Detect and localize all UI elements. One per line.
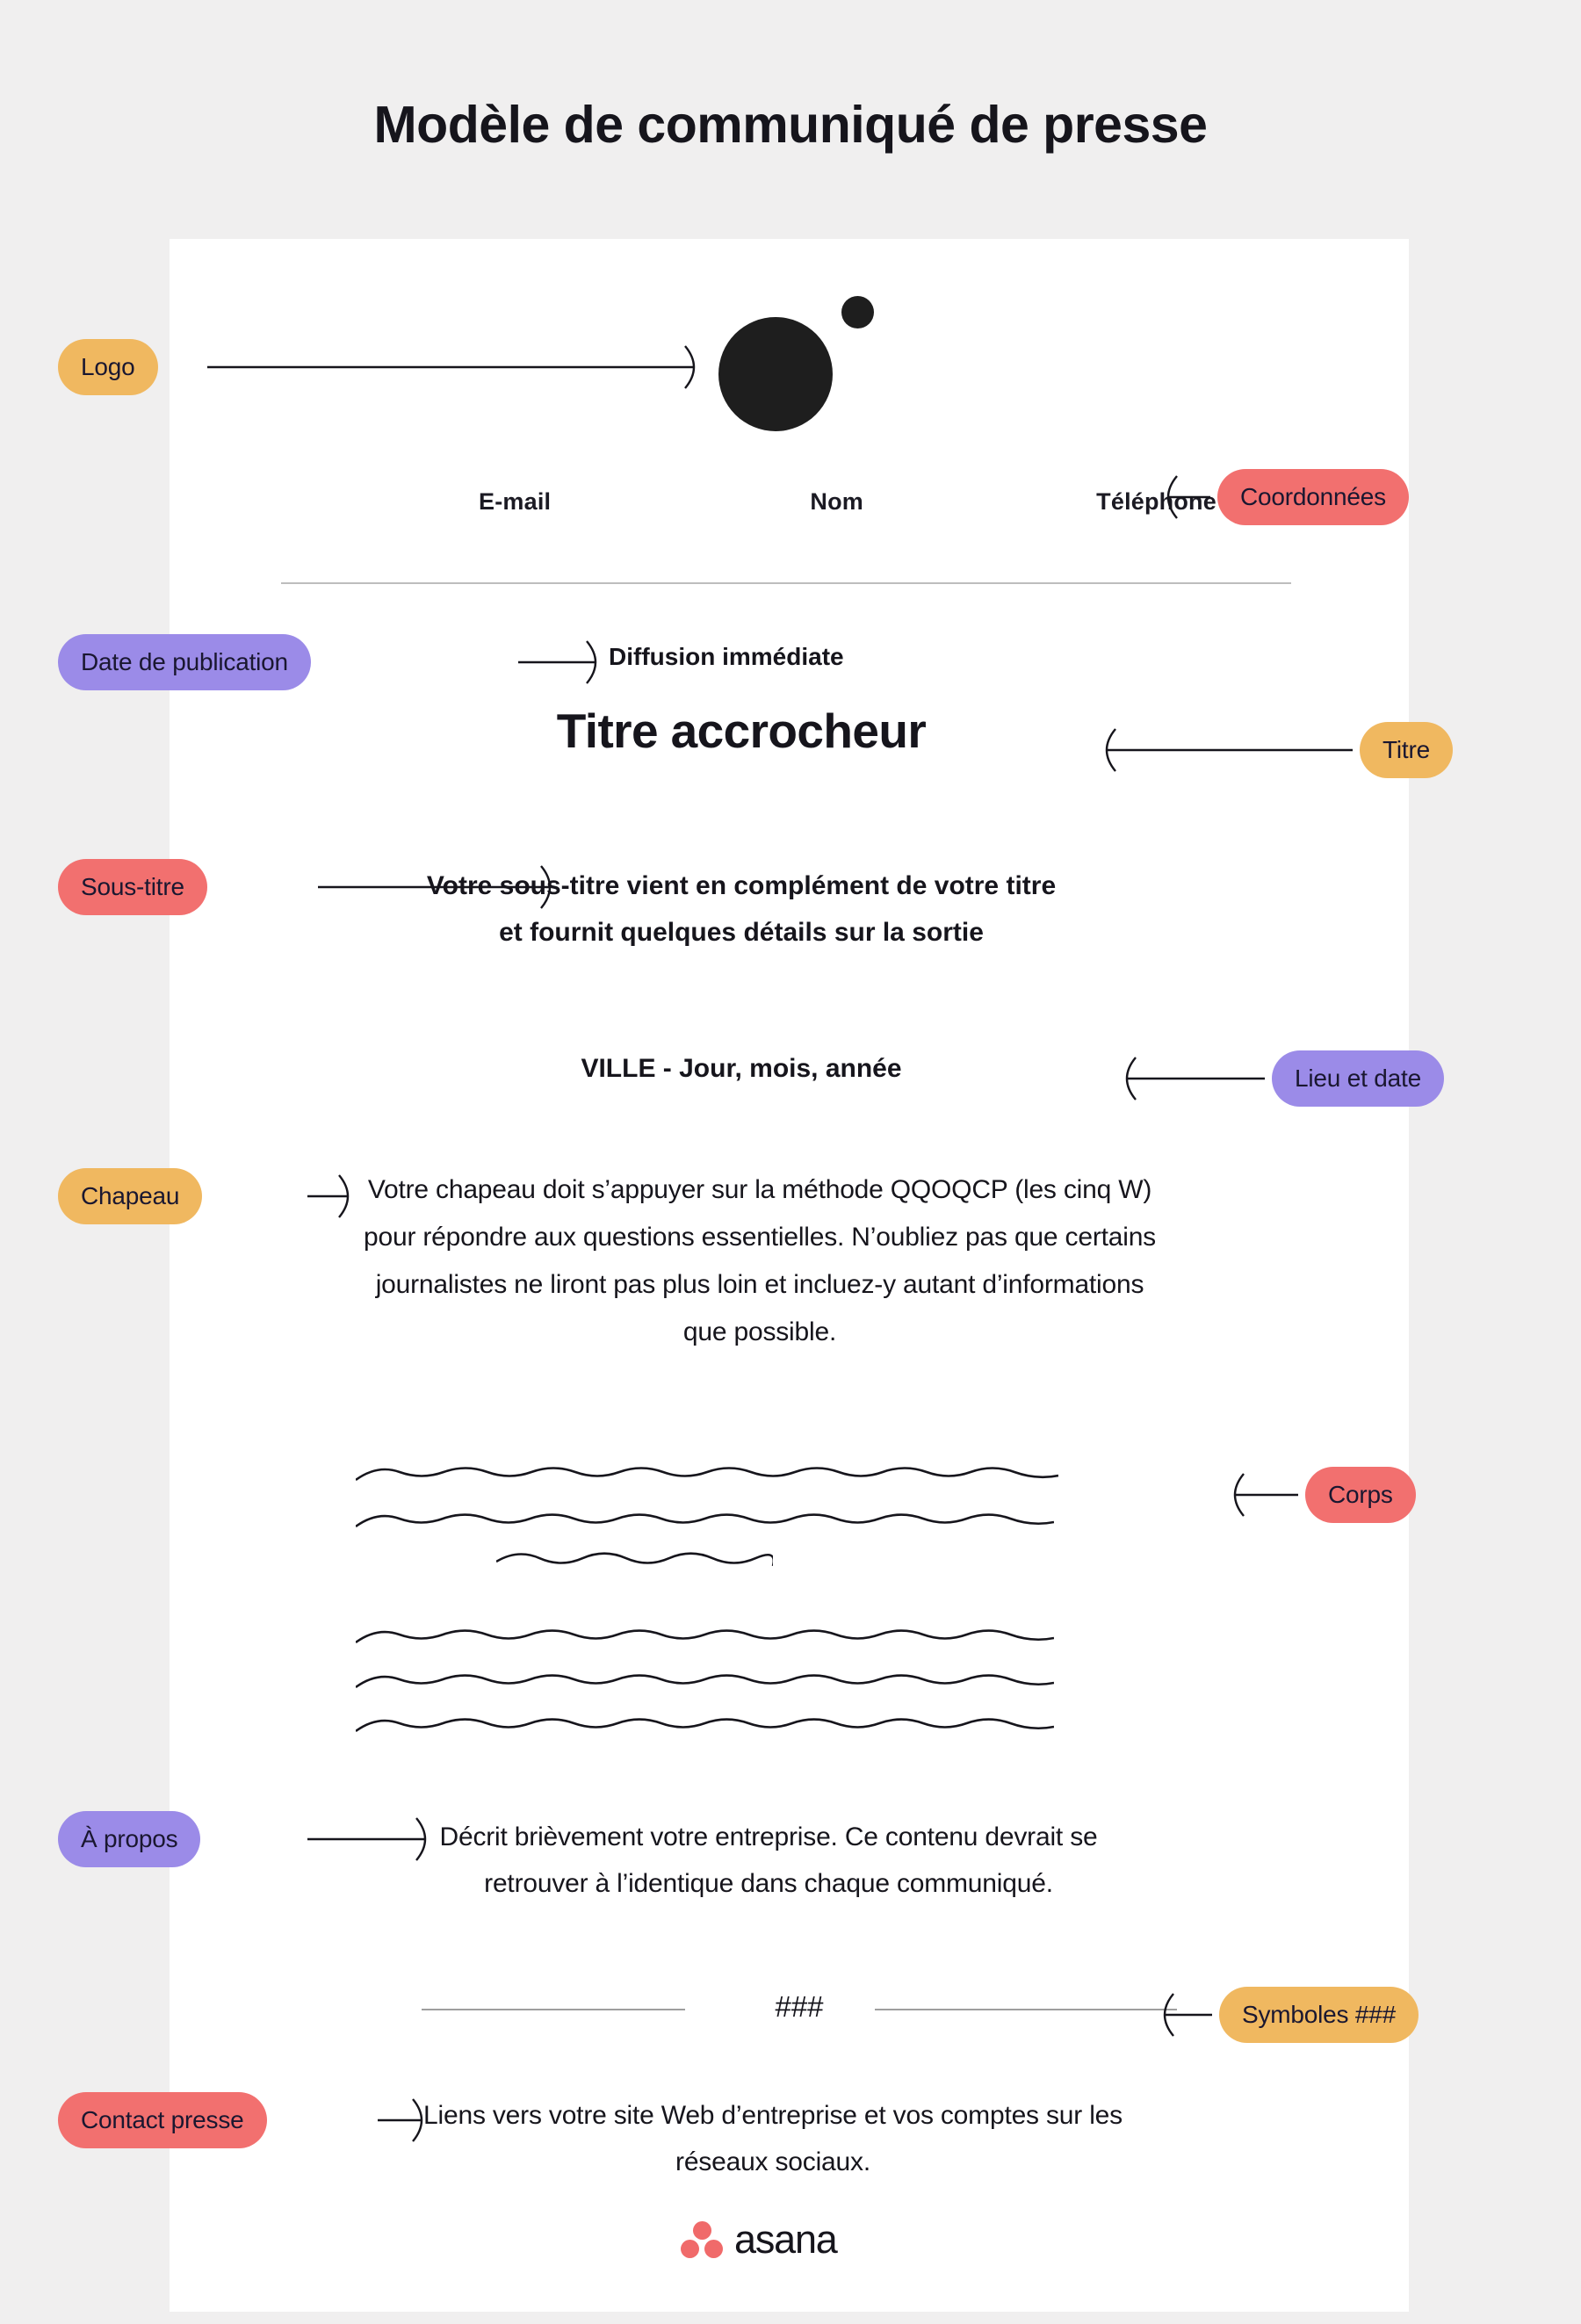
callout-contact-presse[interactable]: Contact presse — [58, 2092, 267, 2148]
callout-coordonnees[interactable]: Coordonnées — [1217, 469, 1409, 525]
logo-large-circle-icon — [718, 317, 833, 431]
body-wave-line-5 — [356, 1670, 1054, 1692]
lede-paragraph: Votre chapeau doit s’appuyer sur la méth… — [364, 1175, 1156, 1346]
callout-symboles[interactable]: Symboles ### — [1219, 1987, 1419, 2043]
asana-dots-icon — [681, 2221, 723, 2258]
asana-logo: asana — [681, 2213, 883, 2266]
subtitle-text: Votre sous-titre vient en complément de … — [426, 871, 1057, 947]
callout-logo[interactable]: Logo — [58, 339, 158, 395]
body-wave-line-1 — [356, 1462, 1058, 1485]
press-contact-paragraph: Liens vers votre site Web d’entreprise e… — [423, 2101, 1123, 2176]
page-title: Modèle de communiqué de presse — [373, 96, 1208, 154]
contact-name-label: Nom — [810, 488, 863, 515]
contact-email-label: E-mail — [479, 488, 552, 515]
hash-separator: ### — [422, 1990, 1177, 2025]
asana-dot-top — [692, 2221, 711, 2240]
logo-small-circle-icon — [841, 296, 874, 328]
callout-chapeau[interactable]: Chapeau — [58, 1168, 203, 1224]
callout-sous-titre[interactable]: Sous-titre — [58, 859, 207, 915]
contact-row: E-mail Nom Téléphone — [351, 488, 1230, 516]
callout-lieu-et-date[interactable]: Lieu et date — [1272, 1050, 1444, 1107]
company-logo-placeholder — [708, 295, 874, 436]
place-date-text: VILLE - Jour, mois, année — [581, 1054, 902, 1083]
body-wave-line-2 — [356, 1509, 1054, 1532]
callout-date-publication[interactable]: Date de publication — [58, 634, 311, 690]
asana-dot-bottom-right — [704, 2240, 723, 2258]
release-date-text: Diffusion immédiate — [609, 643, 844, 670]
about-paragraph: Décrit brièvement votre entreprise. Ce c… — [439, 1822, 1098, 1898]
hash-rule-right — [875, 2009, 1177, 2010]
body-placeholder-lines — [356, 1462, 1234, 1743]
body-wave-line-3 — [496, 1552, 773, 1575]
hash-rule-left — [422, 2009, 685, 2010]
body-wave-line-4 — [356, 1625, 1054, 1648]
body-wave-line-6 — [356, 1714, 1054, 1736]
asana-wordmark: asana — [734, 2217, 838, 2262]
headline-text: Titre accrocheur — [556, 704, 927, 758]
header-divider — [281, 582, 1291, 584]
hash-symbol-text: ### — [775, 1990, 824, 2023]
callout-a-propos[interactable]: À propos — [58, 1811, 201, 1867]
asana-dot-bottom-left — [681, 2240, 699, 2258]
callout-corps[interactable]: Corps — [1305, 1467, 1416, 1523]
callout-titre[interactable]: Titre — [1360, 722, 1453, 778]
contact-phone-label: Téléphone — [1096, 488, 1216, 515]
